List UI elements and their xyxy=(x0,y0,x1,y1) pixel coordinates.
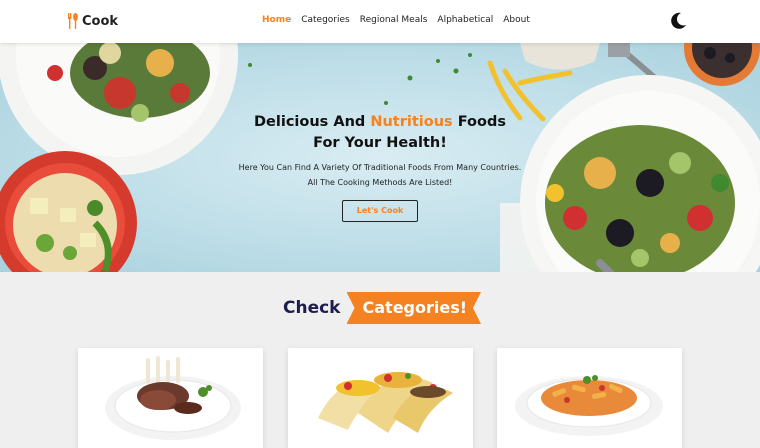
lets-cook-button[interactable]: Let's Cook xyxy=(342,200,418,222)
hero-title-part2: Foods xyxy=(452,114,506,130)
hero-subtitle-line1: Here You Can Find A Variety Of Tradition… xyxy=(238,163,522,172)
hero-banner: Delicious And Nutritious Foods For Your … xyxy=(0,43,760,272)
categories-heading-tag: Categories! xyxy=(346,292,482,324)
hero-title-line2: For Your Health! xyxy=(313,135,447,151)
nav-item-about[interactable]: About xyxy=(503,15,530,25)
moon-icon xyxy=(671,12,686,29)
hero-title-part1: Delicious And xyxy=(254,114,371,130)
category-card-lamb[interactable] xyxy=(78,348,263,448)
hero-subtitle-line2: All The Cooking Methods Are Listed! xyxy=(307,178,453,187)
nav-item-regional-meals[interactable]: Regional Meals xyxy=(360,15,428,25)
hero-subtitle: Here You Can Find A Variety Of Tradition… xyxy=(210,160,550,190)
category-card-pasta[interactable] xyxy=(497,348,682,448)
nav-item-alphabetical[interactable]: Alphabetical xyxy=(437,15,493,25)
logo-text: Cook xyxy=(82,13,119,29)
nav-item-categories[interactable]: Categories xyxy=(301,15,350,25)
pasta-image xyxy=(515,375,663,436)
categories-heading: Check Categories! xyxy=(283,292,482,324)
nav-menu: Home Categories Regional Meals Alphabeti… xyxy=(262,15,530,25)
top-navbar: Cook Home Categories Regional Meals Alph… xyxy=(0,0,760,43)
hero-title: Delicious And Nutritious Foods For Your … xyxy=(240,112,520,154)
nav-item-home[interactable]: Home xyxy=(262,15,291,25)
category-card-tacos[interactable] xyxy=(288,348,473,448)
logo[interactable]: Cook xyxy=(67,12,118,30)
theme-toggle-button[interactable] xyxy=(668,11,688,31)
tacos-image xyxy=(318,372,453,433)
hero-food-image xyxy=(0,43,760,272)
hero-title-accent: Nutritious xyxy=(370,114,453,130)
lamb-chops-image xyxy=(105,356,241,440)
categories-heading-plain: Check xyxy=(283,298,341,318)
fork-spoon-icon xyxy=(68,13,78,29)
